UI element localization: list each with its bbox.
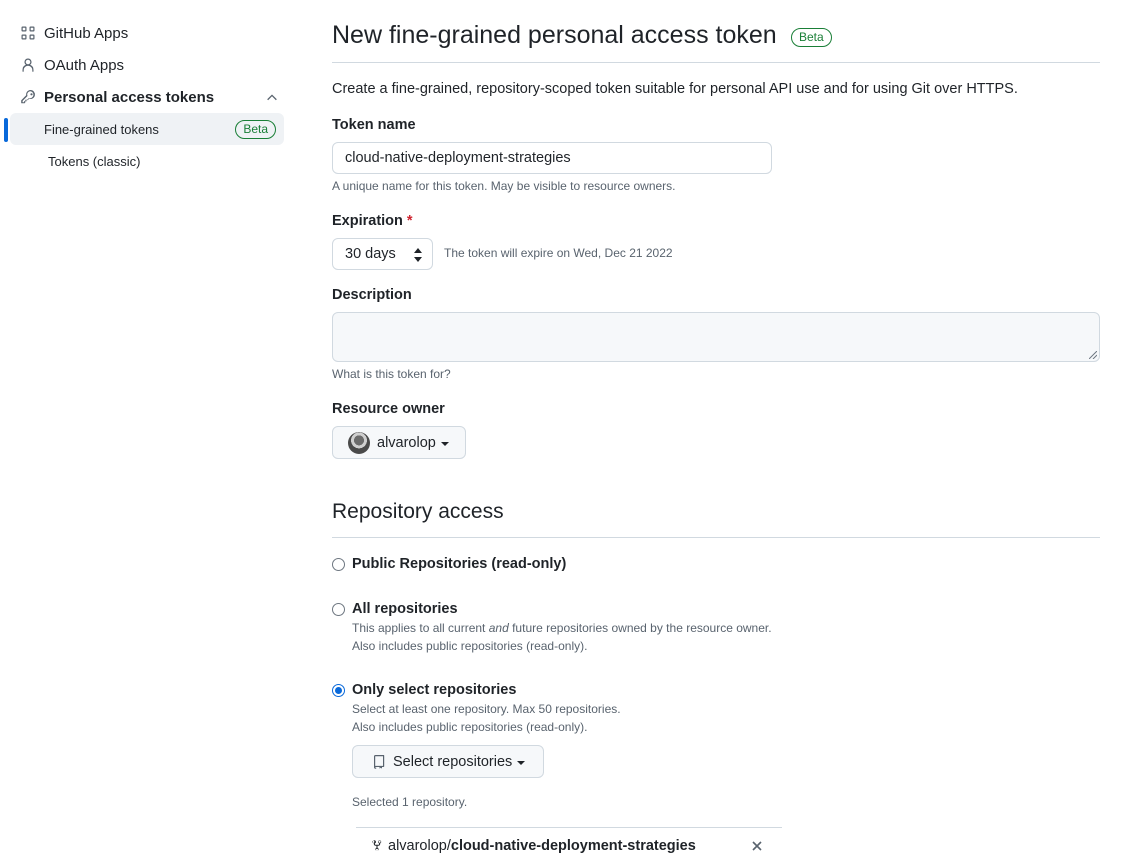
expiration-select[interactable]: 30 days bbox=[332, 238, 433, 270]
description-textarea[interactable] bbox=[332, 312, 1100, 362]
required-mark: * bbox=[406, 213, 413, 229]
sidebar-item-label: GitHub Apps bbox=[44, 24, 129, 42]
option-description: This applies to all current and future r… bbox=[352, 621, 772, 635]
radio-all-repositories[interactable] bbox=[332, 603, 345, 616]
sidebar-item-label: Personal access tokens bbox=[44, 88, 215, 106]
selected-repo-row: alvarolop/cloud-native-deployment-strate… bbox=[356, 827, 782, 867]
select-repositories-button[interactable]: Select repositories bbox=[352, 745, 544, 778]
sidebar-item-fine-grained-tokens[interactable]: Fine-grained tokens Beta bbox=[10, 113, 284, 145]
beta-badge: Beta bbox=[235, 120, 276, 139]
expiration-label-text: Expiration bbox=[332, 213, 403, 229]
sidebar-item-label: OAuth Apps bbox=[44, 56, 125, 74]
caret-down-icon bbox=[517, 760, 526, 765]
radio-public-repositories[interactable] bbox=[332, 558, 345, 571]
repo-name: cloud-native-deployment-strategies bbox=[450, 838, 696, 854]
description-note: What is this token for? bbox=[332, 367, 451, 381]
radio-label[interactable]: Only select repositories bbox=[352, 682, 516, 698]
sidebar-item-github-apps[interactable]: GitHub Apps bbox=[0, 17, 290, 49]
token-name-value: cloud-native-deployment-strategies bbox=[345, 150, 571, 166]
expiration-value: 30 days bbox=[345, 246, 396, 262]
key-icon bbox=[20, 89, 36, 105]
chevron-up-icon[interactable] bbox=[264, 89, 280, 105]
beta-badge: Beta bbox=[791, 28, 832, 47]
expiration-note: The token will expire on Wed, Dec 21 202… bbox=[444, 246, 673, 260]
sidebar-item-label: Fine-grained tokens bbox=[44, 121, 159, 137]
divider bbox=[332, 537, 1100, 538]
option-description: Also includes public repositories (read-… bbox=[352, 639, 588, 653]
option-description: Also includes public repositories (read-… bbox=[352, 720, 588, 734]
resource-owner-label: Resource owner bbox=[332, 401, 445, 417]
repository-access-title: Repository access bbox=[332, 500, 504, 523]
resize-grip-icon[interactable] bbox=[1089, 351, 1097, 359]
repo-forked-icon bbox=[372, 840, 382, 851]
divider bbox=[332, 62, 1100, 63]
desc-part: This applies to all current bbox=[352, 621, 489, 635]
option-description: Select at least one repository. Max 50 r… bbox=[352, 702, 621, 716]
desc-part: future repositories owned by the resourc… bbox=[508, 621, 772, 635]
sidebar-item-tokens-classic[interactable]: Tokens (classic) bbox=[4, 145, 284, 177]
resource-owner-value: alvarolop bbox=[377, 434, 436, 451]
desc-emphasis: and bbox=[488, 621, 509, 635]
sidebar-item-personal-access-tokens[interactable]: Personal access tokens bbox=[0, 81, 290, 113]
token-name-note: A unique name for this token. May be vis… bbox=[332, 179, 676, 193]
repo-icon bbox=[374, 754, 385, 769]
expiration-label: Expiration * bbox=[332, 213, 413, 229]
active-indicator bbox=[4, 118, 8, 142]
page-title: New fine-grained personal access token bbox=[332, 21, 777, 49]
settings-sidebar: GitHub Apps OAuth Apps Personal access t… bbox=[0, 17, 290, 177]
caret-down-icon bbox=[440, 441, 449, 446]
sidebar-item-oauth-apps[interactable]: OAuth Apps bbox=[0, 49, 290, 81]
selected-count: Selected 1 repository. bbox=[352, 795, 468, 809]
sidebar-item-label: Tokens (classic) bbox=[48, 153, 141, 169]
radio-label[interactable]: Public Repositories (read-only) bbox=[352, 556, 566, 572]
page-description: Create a fine-grained, repository-scoped… bbox=[332, 81, 1018, 97]
select-arrows-icon bbox=[414, 248, 422, 262]
person-icon bbox=[20, 57, 36, 73]
token-name-label: Token name bbox=[332, 117, 416, 133]
description-label: Description bbox=[332, 287, 412, 303]
avatar bbox=[348, 431, 370, 454]
select-repositories-label: Select repositories bbox=[393, 753, 513, 770]
token-name-input[interactable]: cloud-native-deployment-strategies bbox=[332, 142, 772, 174]
repo-owner: alvarolop/ bbox=[388, 838, 451, 854]
resource-owner-button[interactable]: alvarolop bbox=[332, 426, 466, 459]
apps-grid-icon bbox=[20, 25, 36, 41]
close-icon[interactable] bbox=[750, 839, 764, 853]
radio-only-select-repositories[interactable] bbox=[332, 684, 345, 697]
radio-label[interactable]: All repositories bbox=[352, 601, 458, 617]
